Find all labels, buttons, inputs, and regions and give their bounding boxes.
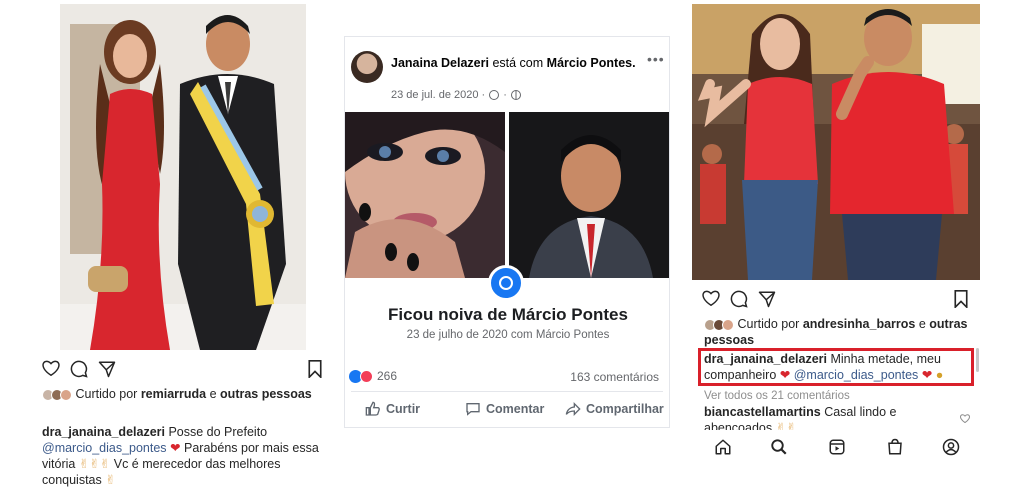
right-liked-by-line: Curtido por andresinha_barros e outras p…: [704, 316, 976, 348]
caption-mention[interactable]: @marcio_dias_pontes: [794, 368, 919, 382]
comment-like-heart-icon[interactable]: [960, 414, 970, 423]
left-caption: dra_janaina_delazeri Posse do Prefeito @…: [42, 424, 320, 488]
fb-comment-button[interactable]: Comentar: [465, 401, 544, 417]
liked-by-prefix: Curtido por: [75, 387, 138, 401]
like-heart-icon[interactable]: [42, 360, 60, 376]
fb-header-line: Janaina Delazeri está com Márcio Pontes.: [391, 55, 641, 71]
caption-username[interactable]: dra_janaina_delazeri: [42, 425, 165, 439]
fb-like-label: Curtir: [386, 402, 421, 416]
fb-post-date[interactable]: 23 de jul. de 2020 ·: [391, 89, 485, 101]
reels-icon[interactable]: [828, 438, 846, 456]
left-instagram-post: Curtido por remiarruda e outras pessoas …: [40, 4, 338, 488]
fb-comments-count[interactable]: 163 comentários: [570, 370, 659, 384]
praying-hands-emoji-icon: ✌: [105, 473, 116, 487]
fb-photo-man[interactable]: [509, 112, 669, 278]
life-event-ring-icon: [488, 265, 524, 301]
fb-author-name[interactable]: Janaina Delazeri: [391, 56, 489, 70]
liked-by-and: e: [918, 317, 926, 331]
clock-icon: [489, 90, 500, 100]
fb-share-button[interactable]: Compartilhar: [565, 401, 664, 417]
red-heart-emoji-icon: ❤: [170, 441, 181, 455]
comment-bubble-icon[interactable]: [70, 360, 88, 378]
liked-by-others[interactable]: outras pessoas: [220, 387, 312, 401]
fb-share-label: Compartilhar: [586, 402, 664, 416]
home-icon[interactable]: [714, 438, 732, 456]
profile-icon[interactable]: [942, 438, 960, 456]
right-post-photo: [692, 4, 980, 280]
shop-bag-icon[interactable]: [886, 438, 904, 456]
caption-username[interactable]: dra_janaina_delazeri: [704, 352, 827, 366]
couple-rally-illustration: [692, 4, 980, 280]
bookmark-icon[interactable]: [308, 360, 322, 378]
liked-by-prefix: Curtido por: [737, 317, 800, 331]
liker-avatars: [42, 388, 72, 401]
fb-photo-woman[interactable]: [345, 112, 505, 278]
red-heart-emoji-icon: ❤: [779, 368, 791, 382]
clapping-hands-emoji-icon: ✌✌✌: [78, 457, 111, 471]
share-send-icon[interactable]: [758, 290, 776, 308]
couple-illustration: [60, 4, 306, 350]
middle-facebook-post: Janaina Delazeri está com Márcio Pontes.…: [344, 36, 670, 428]
reactions-count: 266: [377, 369, 398, 383]
fb-reactions[interactable]: 266: [349, 369, 397, 383]
fb-post-date-line: 23 de jul. de 2020 · ·: [391, 89, 521, 101]
caption-mention[interactable]: @marcio_dias_pontes: [42, 441, 167, 455]
right-caption: dra_janaina_delazeri Minha metade, meu c…: [704, 351, 970, 383]
liker-avatars: [704, 318, 734, 331]
comment-username[interactable]: biancastellamartins: [704, 405, 821, 419]
fb-author-avatar[interactable]: [351, 51, 383, 83]
comment-icon: [466, 403, 480, 416]
fb-divider: [351, 391, 663, 392]
dot-separator: ·: [503, 89, 507, 101]
right-instagram-post: Curtido por andresinha_barros e outras p…: [692, 4, 982, 474]
fb-tagged-name[interactable]: Márcio Pontes.: [547, 56, 636, 70]
globe-icon: [510, 90, 521, 100]
comment-bubble-icon[interactable]: [730, 290, 748, 308]
caption-text-1: Posse do Prefeito: [168, 425, 268, 439]
left-post-photo: [60, 4, 306, 350]
red-heart-emoji-icon-2: ❤: [921, 368, 933, 382]
couple-emoji-icon: ●: [935, 368, 944, 382]
liked-by-and: e: [209, 387, 217, 401]
bookmark-icon[interactable]: [954, 290, 968, 308]
like-heart-icon[interactable]: [702, 290, 720, 306]
left-liked-by-line: Curtido por remiarruda e outras pessoas: [42, 386, 332, 402]
caption-scrollbar[interactable]: [976, 348, 979, 372]
more-options-icon[interactable]: •••: [647, 51, 665, 67]
share-send-icon[interactable]: [98, 360, 116, 378]
liked-by-user[interactable]: remiarruda: [141, 387, 206, 401]
fb-like-button[interactable]: Curtir: [365, 401, 420, 417]
caption-text-3: Vc é merecedor das melhores conquistas: [42, 457, 281, 487]
fb-event-subtitle: 23 de julho de 2020 com Márcio Pontes: [406, 329, 610, 341]
view-all-comments-link[interactable]: Ver todos os 21 comentários: [704, 388, 850, 404]
liked-by-user[interactable]: andresinha_barros: [803, 317, 916, 331]
thumbs-up-icon: [365, 401, 380, 416]
fb-event-title: Ficou noiva de Márcio Pontes: [388, 305, 628, 324]
search-icon[interactable]: [770, 438, 788, 456]
fb-comment-label: Comentar: [486, 402, 545, 416]
fb-with-word: está com: [492, 56, 544, 70]
share-arrow-icon: [565, 402, 581, 416]
love-reaction-icon: [360, 369, 373, 383]
